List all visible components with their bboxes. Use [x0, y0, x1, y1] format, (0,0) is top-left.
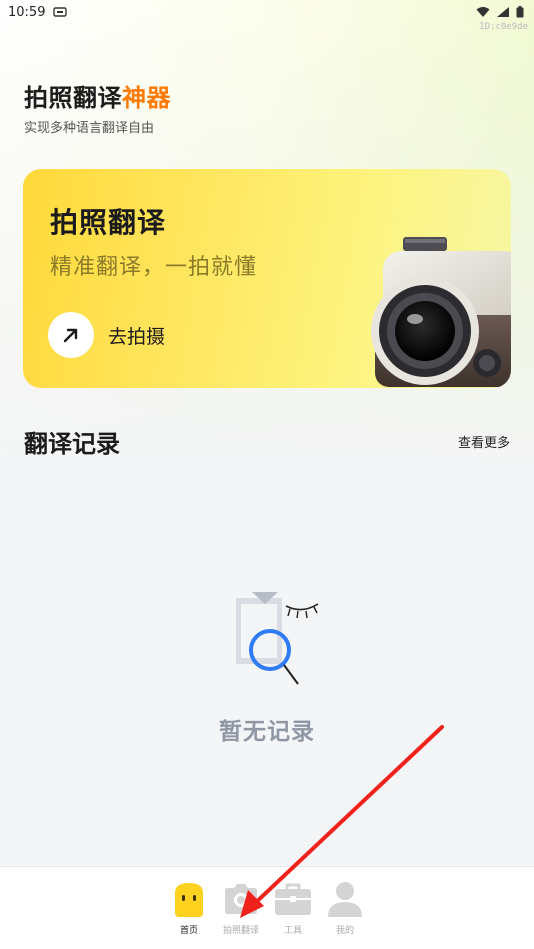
card-subtitle: 精准翻译，一拍就懂	[50, 255, 258, 280]
tab-profile[interactable]: 我的	[320, 879, 370, 937]
tab-photo-translate-label: 拍照翻译	[222, 926, 259, 936]
tab-home[interactable]: 首页	[164, 879, 214, 937]
photo-translate-card[interactable]: 拍照翻译 精准翻译，一拍就懂 去拍摄	[23, 169, 511, 388]
history-title: 翻译记录	[24, 430, 120, 458]
camera-illustration	[371, 237, 511, 387]
empty-state-text: 暂无记录	[219, 719, 315, 745]
empty-search-icon	[236, 592, 319, 685]
status-time: 10:59	[8, 4, 46, 20]
app-title: 拍照翻译 神器	[24, 78, 172, 113]
app-title-accent: 神器	[116, 78, 172, 113]
wifi-icon	[476, 7, 490, 17]
tab-tools-label: 工具	[283, 926, 302, 936]
go-shoot-label: 去拍摄	[108, 325, 166, 348]
notification-icon	[53, 7, 68, 17]
tab-home-label: 首页	[179, 926, 198, 936]
tab-photo-translate[interactable]: 拍照翻译	[216, 879, 266, 937]
status-bar: 10:59	[0, 0, 534, 24]
app-title-main: 拍照翻译	[24, 84, 122, 112]
tab-profile-label: 我的	[335, 926, 354, 936]
device-id: ID:c0e9de	[479, 22, 528, 32]
bottom-nav: 首页 拍照翻译 工具 我的	[0, 866, 534, 949]
tab-tools[interactable]: 工具	[268, 879, 318, 937]
profile-icon	[328, 882, 362, 917]
battery-icon	[516, 6, 524, 18]
card-title: 拍照翻译	[50, 206, 167, 239]
go-shoot-button[interactable]: 去拍摄	[48, 311, 165, 359]
camera-icon	[225, 884, 257, 914]
app-subtitle: 实现多种语言翻译自由	[24, 121, 155, 136]
signal-icon	[497, 7, 509, 17]
see-more-link[interactable]: 查看更多	[458, 432, 510, 451]
home-icon	[175, 883, 203, 917]
toolbox-icon	[275, 883, 311, 915]
arrow-up-right-icon	[48, 312, 94, 358]
